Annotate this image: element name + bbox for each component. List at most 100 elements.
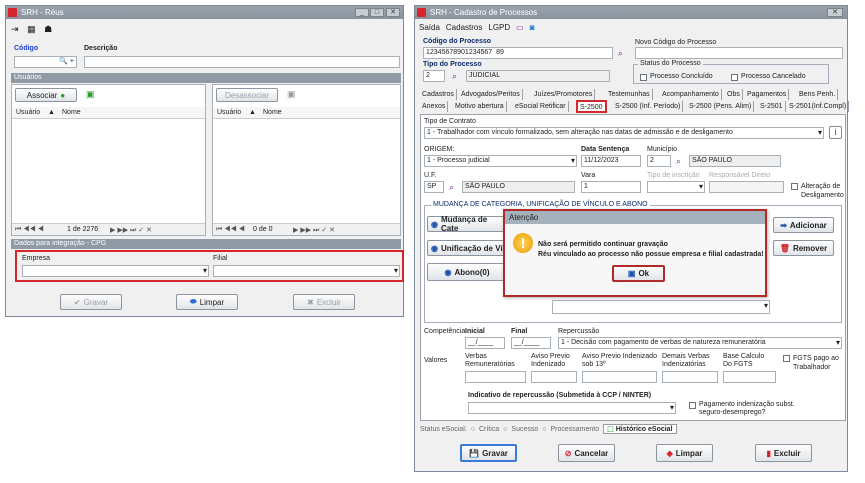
gravar-button[interactable]: ✔ Gravar [60,294,122,310]
tab-s2500-periodo[interactable]: S-2500 (Inf. Período) [613,101,684,112]
tab-advogados[interactable]: Advogados/Peritos [459,89,523,100]
novo-codigo-input[interactable] [635,47,843,59]
pager-text: 1 de 2276 [67,226,99,233]
abono-button[interactable]: ◉ Abono(0) [427,263,507,281]
responsavel-label: Responsável Direto [709,172,771,179]
menu-lgpd[interactable]: LGPD [488,23,510,32]
empresa-select[interactable] [22,265,209,277]
cancelar-button[interactable]: ⊘ Cancelar [558,444,615,462]
maximize-button[interactable]: □ [370,8,384,17]
tab-obs[interactable]: Obs [725,89,743,100]
tab-pagamentos[interactable]: Pagamentos [745,89,790,100]
final-input[interactable]: __/____ [511,337,551,349]
exit-icon[interactable]: ⇥ [11,24,19,34]
remover-button[interactable]: 🗑 Remover [773,240,834,256]
search-icon[interactable]: ⌕ [618,48,628,58]
limpar-button[interactable]: ◆ Limpar [656,444,713,462]
descricao-label: Descrição [84,45,118,52]
desassociar-button[interactable]: Desassociar [216,88,278,102]
menu-saida[interactable]: Saída [419,23,440,32]
processamento-radio[interactable]: ○ [542,426,546,433]
pagamento-checkbox[interactable] [689,402,696,409]
title-bar: SRH - Cadastro de Processos ✕ [415,6,847,19]
gravar-button[interactable]: 💾 Gravar [460,444,517,462]
usuarios-panel: Associar ● ▣ Usuário ▲ Nome ⏮ ◀◀ ◀ 1 de 22… [11,84,206,236]
tab-juizes[interactable]: Juízes/Promotores [532,89,596,100]
historico-tab[interactable]: ⬚ Histórico eSocial [603,424,677,434]
integracao-box: Empresa Filial [15,250,404,282]
associar-button[interactable]: Associar ● [15,88,77,102]
concluido-checkbox[interactable] [640,74,647,81]
alteracao-checkbox[interactable] [791,183,798,190]
valores-label: Valores [424,357,448,364]
verbas-label: Verbas Remuneratórias [465,353,515,368]
tab-cadastros[interactable]: Cadastros [420,89,457,100]
codigo-input[interactable]: 🔍 + [14,56,77,68]
grid-icon[interactable]: ▦ [27,24,36,34]
verbas-input[interactable] [465,371,526,383]
demais-input[interactable] [662,371,718,383]
municipio-code-input[interactable]: 2 [647,155,671,167]
monitor-icon[interactable]: ▭ [516,23,524,32]
tab-s2501[interactable]: S-2501 [758,101,786,112]
ok-button[interactable]: ▣ Ok [612,265,665,282]
tab-esocial-retificar[interactable]: eSocial Retificar [513,101,569,112]
tipo-inscricao-select[interactable] [647,181,705,193]
tipo-contrato-select[interactable]: 1 - Trabalhador com vínculo formalizado,… [424,127,824,139]
adicionar-button[interactable]: ➡ Adicionar [773,217,834,233]
uf-input[interactable]: SP [424,181,444,193]
users-icon[interactable]: ☗ [44,24,52,34]
minimize-button[interactable]: _ [355,8,369,17]
search-icon[interactable]: ⌕ [449,182,459,192]
critica-radio[interactable]: ○ [471,426,475,433]
indicativo-label: Indicativo de repercussão (Submetida à C… [468,392,652,399]
limpar-button[interactable]: ⬬ Limpar [176,294,238,310]
codigo-processo-input[interactable]: 12345678901234567 89 [423,47,613,59]
tab-acompanhamento[interactable]: Acompanhamento [660,89,722,100]
tab-s2501-inf[interactable]: S-2501(Inf.Compl) [787,101,850,112]
close-button[interactable]: ✕ [827,8,843,17]
mudanca-button[interactable]: ◉ Mudança de Cate [427,215,507,233]
search-icon[interactable]: ⌕ [676,156,686,166]
excluir-button[interactable]: ▮ Excluir [755,444,812,462]
descricao-input[interactable] [84,56,400,68]
indicativo-select[interactable] [468,402,676,414]
unificacao-button[interactable]: ◉ Unificação de Ví [427,240,507,256]
final-label: Final [511,328,528,335]
data-sentenca-input[interactable]: 11/12/2023 [581,155,641,167]
inicial-input[interactable]: __/____ [465,337,505,349]
origem-select[interactable]: 1 - Processo judicial [424,155,577,167]
tab-s2500[interactable]: S-2500 [576,100,607,113]
tab-anexos[interactable]: Anexos [420,101,449,112]
tab-testemunhas[interactable]: Testemunhas [606,89,653,100]
aviso13-input[interactable] [582,371,657,383]
close-button[interactable]: ✕ [386,8,400,17]
tab-bens[interactable]: Bens Penh. [797,89,839,100]
repercussao-label: Repercussão [558,328,600,335]
vara-input[interactable]: 1 [581,181,641,193]
window-title: SRH - Réus [21,8,64,17]
competencia-label: Competência [424,328,466,335]
menu-cadastros[interactable]: Cadastros [446,23,482,32]
eraser-icon: ⬬ [189,297,197,306]
aviso-input[interactable] [531,371,577,383]
base-input[interactable] [723,371,776,383]
cancelado-checkbox[interactable] [731,74,738,81]
filial-select[interactable] [213,265,400,277]
tab-motivo[interactable]: Motivo abertura [453,101,507,112]
responsavel-input[interactable] [709,181,784,193]
export-icon[interactable]: ▣ [86,89,95,100]
info-icon[interactable]: i [829,126,842,139]
alteracao-label: Alteração de Desligamento [801,183,844,199]
export-icon[interactable]: ▣ [287,89,296,100]
fgts-checkbox[interactable] [783,355,790,362]
abono-select[interactable] [552,300,770,314]
tipo-code-input[interactable]: 2 [423,70,445,82]
g-icon[interactable]: ◙ [530,23,535,32]
excluir-button[interactable]: ✖ Excluir [293,294,355,310]
search-icon[interactable]: ⌕ [452,71,462,81]
repercussao-select[interactable]: 1 - Decisão com pagamento de verbas de n… [558,337,842,349]
tab-s2500-pens[interactable]: S-2500 (Pens. Alim) [687,101,755,112]
empresa-label: Empresa [22,255,51,262]
sucesso-radio[interactable]: ○ [503,426,507,433]
